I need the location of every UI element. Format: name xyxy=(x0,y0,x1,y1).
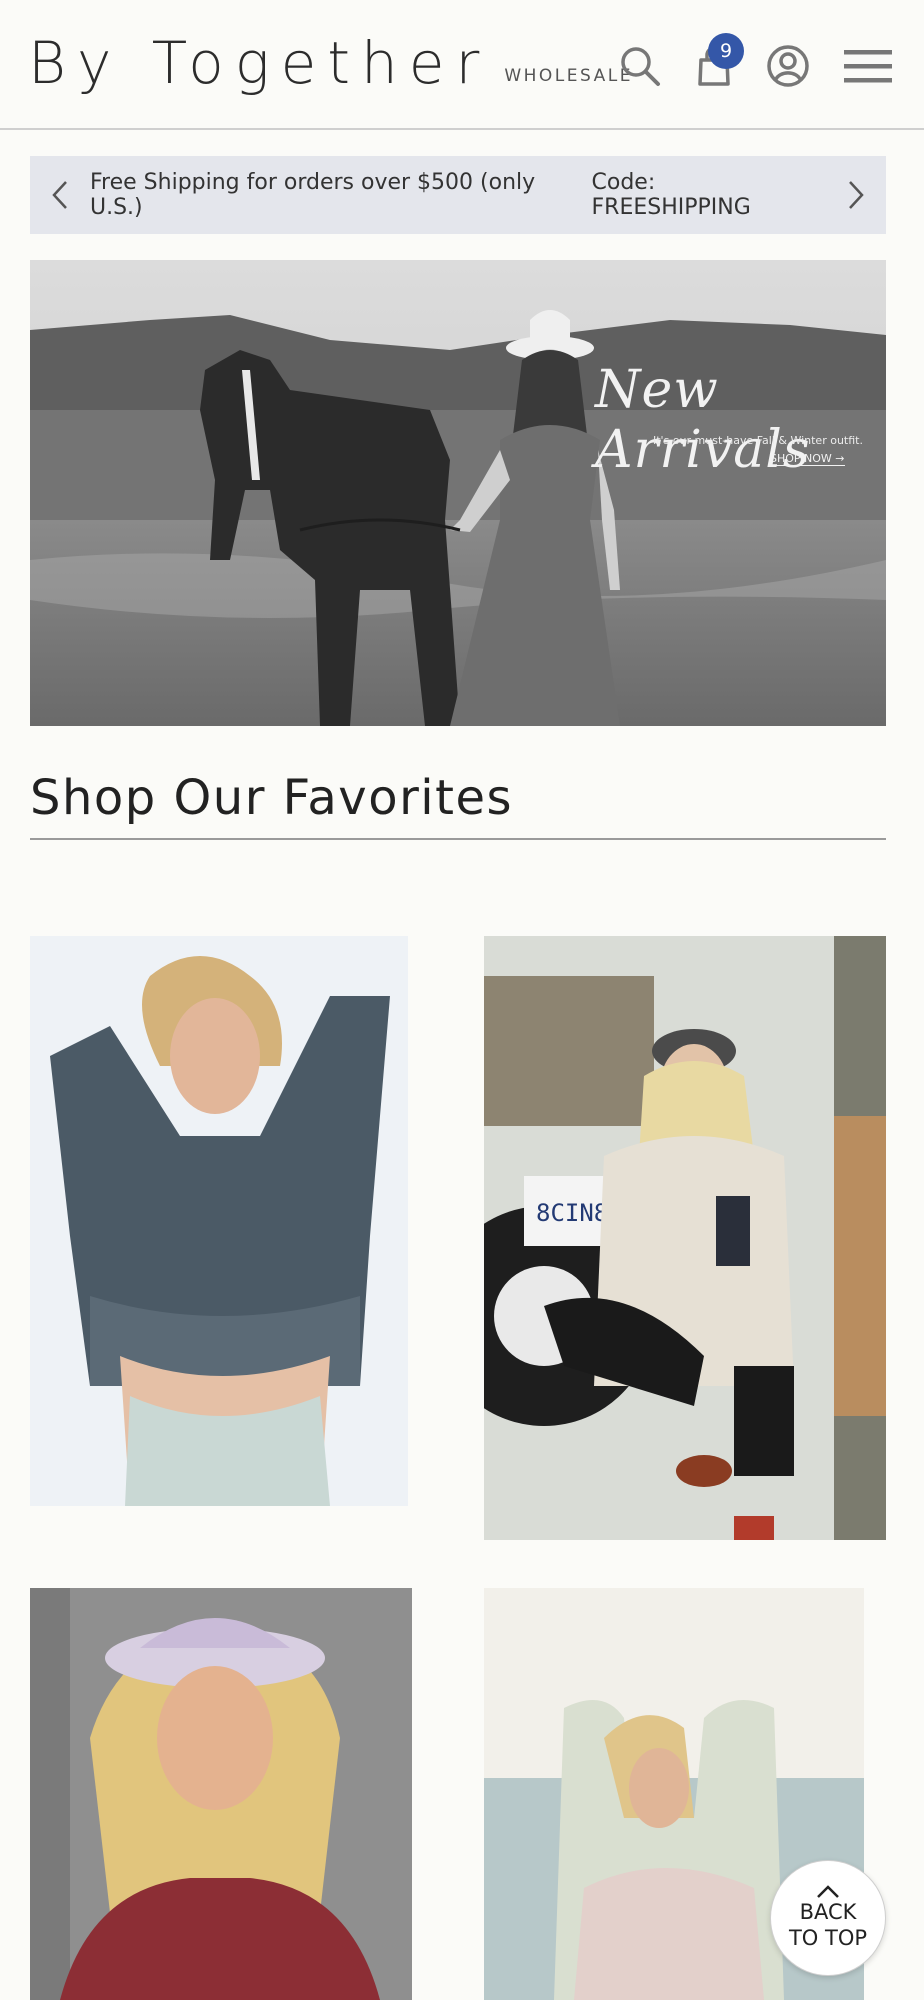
product-tile-sherpa-jacket[interactable]: 8CIN8 xyxy=(484,936,886,1540)
search-icon[interactable] xyxy=(614,40,666,92)
product-image xyxy=(30,936,408,1506)
brand-name: By Together xyxy=(28,29,491,97)
promo-bar: Free Shipping for orders over $500 (only… xyxy=(30,156,886,234)
back-to-top-button[interactable]: BACK TO TOP xyxy=(770,1860,886,1976)
product-image xyxy=(30,1588,412,2000)
back-to-top-label-1: BACK xyxy=(799,1899,857,1924)
back-to-top-label-2: TO TOP xyxy=(788,1926,868,1950)
product-tile-crop-sweatshirt[interactable] xyxy=(30,936,408,1506)
hero-image xyxy=(30,260,886,726)
hero-subline: It's our must-have Fall & Winter outfit. xyxy=(653,434,863,447)
product-image: 8CIN8 xyxy=(484,936,886,1540)
promo-code: Code: FREESHIPPING xyxy=(591,170,751,220)
chevron-right-icon[interactable] xyxy=(826,156,886,234)
hamburger-icon[interactable] xyxy=(842,40,894,92)
account-icon[interactable] xyxy=(762,40,814,92)
section-divider xyxy=(30,838,886,840)
section-title: Shop Our Favorites xyxy=(30,770,513,826)
chevron-up-icon xyxy=(817,1884,839,1898)
hero-shop-now-link[interactable]: SHOP NOW → xyxy=(770,452,845,466)
chevron-left-icon[interactable] xyxy=(30,156,90,234)
site-header: By Together WHOLESALE 9 xyxy=(0,0,924,130)
svg-text:8CIN8: 8CIN8 xyxy=(536,1199,608,1227)
promo-message: Free Shipping for orders over $500 (only… xyxy=(90,170,826,220)
brand-logo[interactable]: By Together WHOLESALE xyxy=(28,34,633,92)
cart-count-badge: 9 xyxy=(708,33,744,69)
hero-banner[interactable]: New Arrivals It's our must-have Fall & W… xyxy=(30,260,886,726)
product-tile-bucket-hat[interactable] xyxy=(30,1588,412,2000)
promo-text: Free Shipping for orders over $500 (only… xyxy=(90,170,536,220)
